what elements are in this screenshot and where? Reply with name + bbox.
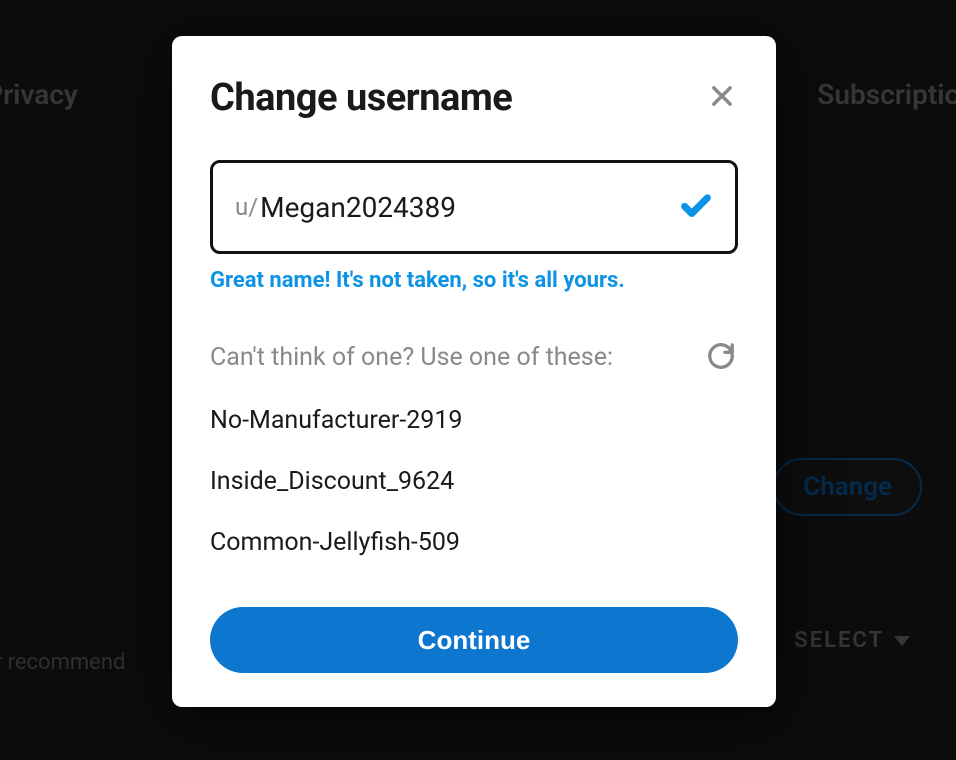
close-button[interactable] bbox=[706, 80, 738, 112]
suggestions-label: Can't think of one? Use one of these: bbox=[210, 343, 613, 372]
username-input[interactable] bbox=[260, 191, 679, 224]
suggestions-list: No-Manufacturer-2919 Inside_Discount_962… bbox=[210, 406, 738, 557]
suggestion-item[interactable]: Common-Jellyfish-509 bbox=[210, 528, 738, 557]
modal-header: Change username bbox=[210, 76, 738, 120]
refresh-suggestions-button[interactable] bbox=[704, 339, 738, 376]
check-icon bbox=[679, 188, 713, 226]
suggestion-item[interactable]: Inside_Discount_9624 bbox=[210, 467, 738, 496]
availability-hint: Great name! It's not taken, so it's all … bbox=[210, 268, 738, 293]
change-username-modal: Change username u/ Great name! It's not … bbox=[172, 36, 776, 707]
refresh-icon bbox=[706, 341, 736, 371]
suggestion-item[interactable]: No-Manufacturer-2919 bbox=[210, 406, 738, 435]
username-prefix: u/ bbox=[235, 193, 258, 221]
modal-title: Change username bbox=[210, 76, 512, 120]
username-input-wrap[interactable]: u/ bbox=[210, 160, 738, 254]
suggestions-header: Can't think of one? Use one of these: bbox=[210, 339, 738, 376]
continue-button[interactable]: Continue bbox=[210, 607, 738, 673]
close-icon bbox=[708, 82, 736, 110]
